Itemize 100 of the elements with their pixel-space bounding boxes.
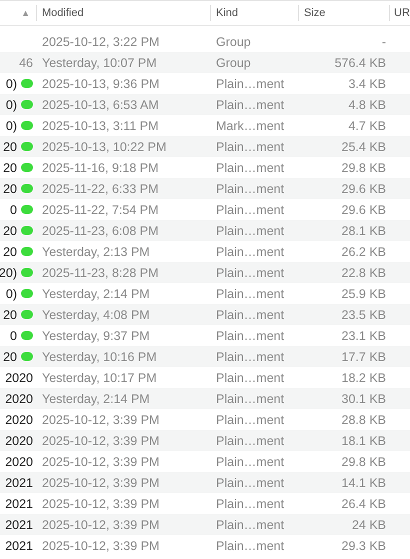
file-kind: Plain…ment (216, 538, 284, 552)
file-name-fragment: 20 (3, 350, 17, 364)
file-size: 28.8 KB (342, 412, 386, 426)
modified-date: 2025-11-23, 6:08 PM (42, 224, 159, 238)
file-name-fragment: 2020 (5, 454, 33, 468)
modified-date: 2025-10-12, 3:39 PM (42, 476, 160, 490)
modified-date: Yesterday, 10:17 PM (42, 370, 157, 384)
file-name-fragment: 0) (6, 286, 17, 300)
file-kind: Plain…ment (216, 328, 284, 342)
file-name-fragment: 20 (3, 224, 17, 238)
file-kind: Plain…ment (216, 412, 284, 426)
file-size: - (382, 34, 386, 48)
file-name-fragment: 20 (3, 160, 17, 174)
file-size: 18.2 KB (342, 370, 386, 384)
file-size: 22.8 KB (342, 266, 386, 280)
file-name-fragment: 20 (3, 182, 17, 196)
file-size: 29.6 KB (342, 182, 386, 196)
file-name-fragment: 2021 (5, 476, 33, 490)
modified-date: Yesterday, 9:37 PM (42, 328, 150, 342)
modified-date: Yesterday, 10:07 PM (42, 56, 157, 70)
file-kind: Plain…ment (216, 496, 284, 510)
file-size: 30.1 KB (342, 392, 386, 406)
file-name-fragment: 2021 (5, 538, 33, 552)
file-size: 4.7 KB (348, 118, 386, 132)
file-size: 29.6 KB (342, 202, 386, 216)
file-size: 18.1 KB (342, 434, 386, 448)
modified-date: 2025-10-12, 3:39 PM (42, 518, 160, 532)
file-name-fragment: 0) (6, 76, 17, 90)
file-name-fragment: 20) (0, 266, 17, 280)
file-size: 576.4 KB (334, 56, 386, 70)
file-size: 23.5 KB (342, 308, 386, 322)
file-size: 14.1 KB (342, 476, 386, 490)
file-kind: Plain…ment (216, 140, 284, 154)
file-size: 25.9 KB (342, 286, 386, 300)
modified-date: 2025-11-22, 7:54 PM (42, 202, 159, 216)
file-kind: Plain…ment (216, 244, 284, 258)
file-kind: Plain…ment (216, 308, 284, 322)
file-name-fragment: 2020 (5, 434, 33, 448)
file-kind: Group (216, 56, 251, 70)
column-header[interactable]: Modified (42, 7, 84, 19)
modified-date: 2025-10-12, 3:39 PM (42, 538, 160, 552)
file-kind: Mark…ment (216, 118, 284, 132)
file-kind: Group (216, 34, 251, 48)
file-kind: Plain…ment (216, 392, 284, 406)
file-name-fragment: 20 (3, 244, 17, 258)
file-kind: Plain…ment (216, 350, 284, 364)
file-name-fragment: 0 (10, 202, 17, 216)
modified-date: 2025-10-12, 3:22 PM (42, 34, 160, 48)
modified-date: 2025-10-12, 3:39 PM (42, 412, 160, 426)
file-name-fragment: 0) (6, 118, 17, 132)
file-kind: Plain…ment (216, 224, 284, 238)
file-kind: Plain…ment (216, 434, 284, 448)
modified-date: Yesterday, 2:13 PM (42, 244, 150, 258)
file-size: 3.4 KB (348, 76, 386, 90)
file-kind: Plain…ment (216, 76, 284, 90)
column-header[interactable]: Size (304, 7, 326, 19)
file-size: 29.3 KB (342, 538, 386, 552)
file-kind: Plain…ment (216, 266, 284, 280)
modified-date: 2025-11-22, 6:33 PM (42, 182, 159, 196)
modified-date: Yesterday, 10:16 PM (42, 350, 157, 364)
file-kind: Plain…ment (216, 160, 284, 174)
file-name-fragment: 2020 (5, 370, 33, 384)
file-name-fragment: 2021 (5, 496, 33, 510)
file-size: 28.1 KB (342, 224, 386, 238)
file-name-fragment: 2020 (5, 412, 33, 426)
modified-date: Yesterday, 2:14 PM (42, 286, 150, 300)
file-name-fragment: 20 (3, 308, 17, 322)
modified-date: 2025-10-12, 3:39 PM (42, 434, 160, 448)
file-size: 4.8 KB (348, 98, 386, 112)
file-size: 29.8 KB (342, 454, 386, 468)
file-kind: Plain…ment (216, 286, 284, 300)
file-size: 26.2 KB (342, 244, 386, 258)
file-size: 23.1 KB (342, 328, 386, 342)
file-kind: Plain…ment (216, 370, 284, 384)
modified-date: 2025-10-13, 10:22 PM (42, 140, 166, 154)
modified-date: Yesterday, 2:14 PM (42, 392, 150, 406)
file-size: 26.4 KB (342, 496, 386, 510)
file-name-fragment: 0) (6, 98, 17, 112)
file-size: 25.4 KB (342, 140, 386, 154)
file-kind: Plain…ment (216, 518, 284, 532)
modified-date: 2025-10-12, 3:39 PM (42, 454, 160, 468)
file-kind: Plain…ment (216, 454, 284, 468)
modified-date: 2025-10-13, 3:11 PM (42, 118, 159, 132)
file-size: 29.8 KB (342, 160, 386, 174)
file-name-fragment: 2021 (5, 518, 33, 532)
file-size: 17.7 KB (342, 350, 386, 364)
file-name-fragment: 2020 (5, 392, 33, 406)
file-kind: Plain…ment (216, 182, 284, 196)
modified-date: 2025-10-13, 9:36 PM (42, 76, 160, 90)
file-kind: Plain…ment (216, 202, 284, 216)
column-header[interactable]: Kind (216, 7, 238, 19)
item-count: 46 (19, 56, 33, 70)
file-name-fragment: 20 (3, 140, 17, 154)
file-size: 24 KB (352, 518, 386, 532)
file-kind: Plain…ment (216, 476, 284, 490)
modified-date: 2025-10-13, 6:53 AM (42, 98, 159, 112)
modified-date: Yesterday, 4:08 PM (42, 308, 150, 322)
file-kind: Plain…ment (216, 98, 284, 112)
column-header[interactable]: UR (394, 7, 410, 19)
file-name-fragment: 0 (10, 328, 17, 342)
